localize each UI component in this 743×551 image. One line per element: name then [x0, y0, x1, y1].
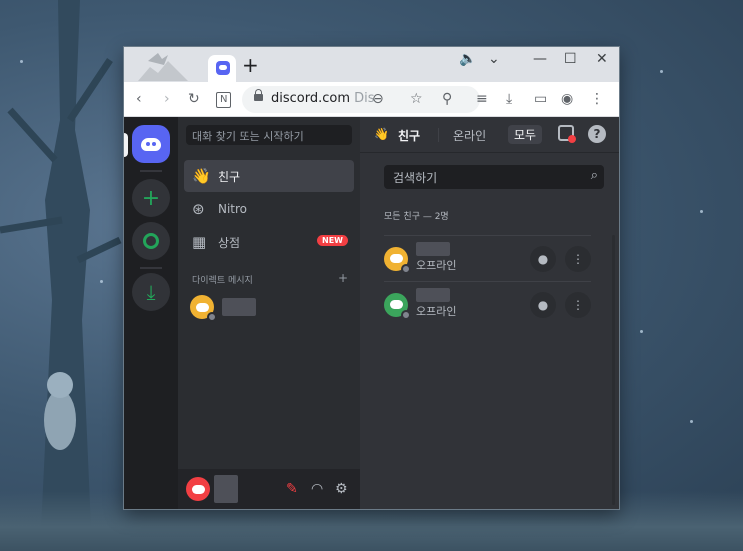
offline-status-icon [207, 312, 217, 322]
download-apps-button[interactable]: ⤓ [132, 273, 170, 311]
offline-status-icon [401, 263, 411, 274]
reader-mode-icon[interactable]: N [216, 92, 232, 108]
discord-logo-icon [141, 137, 161, 151]
new-group-dm-icon[interactable] [558, 125, 576, 143]
browser-window: + 🔈 ⌄ — ☐ ✕ ‹ › ↻ N discord.com Dis ⊖ ☆ … [124, 47, 619, 509]
dm-header-label: 다이렉트 메시지 [192, 276, 253, 286]
scrollbar[interactable] [612, 235, 615, 505]
nav-friends[interactable]: 👋 친구 [184, 160, 354, 192]
add-server-button[interactable]: + [132, 179, 170, 217]
tab-strip-artwork [138, 53, 188, 81]
friends-title: 친구 [398, 129, 421, 143]
server-separator [140, 170, 162, 172]
back-icon[interactable]: ‹ [136, 89, 142, 109]
friends-icon: 👋 [192, 167, 211, 185]
friends-search-placeholder: 검색하기 [393, 171, 438, 185]
microphone-muted-icon[interactable]: ✎ [286, 481, 298, 497]
nav-nitro[interactable]: ⊛ Nitro [184, 193, 354, 225]
more-options-icon[interactable]: ⋮ [565, 246, 591, 272]
reload-icon[interactable]: ↻ [188, 89, 200, 109]
redacted-user-name [214, 475, 238, 503]
discord-favicon-icon [216, 61, 230, 75]
minimize-button[interactable]: — [533, 51, 547, 67]
maximize-button[interactable]: ☐ [564, 51, 577, 67]
offline-status-icon [401, 309, 411, 320]
cast-icon[interactable]: ▭ [534, 89, 547, 109]
browser-menu-icon[interactable]: ⋮ [590, 89, 604, 109]
find-conversation-input[interactable]: 대화 찾기 또는 시작하기 [186, 125, 352, 145]
new-badge: NEW [317, 235, 348, 246]
friends-search-input[interactable]: 검색하기 ⌕ [384, 165, 604, 189]
forward-icon[interactable]: › [164, 89, 170, 109]
nitro-icon: ⊛ [192, 200, 205, 218]
friend-row[interactable]: 오프라인 ● ⋮ [384, 281, 591, 327]
friend-avatar [384, 292, 411, 320]
new-tab-button[interactable]: + [242, 53, 259, 77]
explore-servers-button[interactable] [132, 222, 170, 260]
user-panel: ✎ ◠ ⚙ [178, 469, 360, 509]
server-separator-2 [140, 267, 162, 269]
notification-dot [568, 135, 576, 143]
message-icon[interactable]: ● [530, 292, 556, 318]
nav-friends-label: 친구 [218, 169, 241, 184]
tab-search-chevron-icon[interactable]: ⌄ [488, 51, 500, 67]
header-divider [438, 128, 439, 142]
extensions-icon[interactable]: ⚲ [442, 89, 452, 109]
dm-section-header: 다이렉트 메시지 + [192, 272, 348, 286]
redacted-username [222, 298, 256, 316]
direct-messages-home-button[interactable] [132, 125, 170, 163]
speaker-icon[interactable]: 🔈 [459, 51, 476, 67]
nav-shop-label: 상점 [218, 235, 241, 250]
server-rail: + ⤓ [124, 117, 178, 509]
friend-avatar [384, 246, 411, 274]
redacted-friend-name [416, 288, 450, 302]
close-window-button[interactable]: ✕ [596, 51, 608, 67]
friends-header: 👋 친구 온라인 모두 ? [360, 117, 619, 153]
channel-sidebar: 대화 찾기 또는 시작하기 👋 친구 ⊛ Nitro ▦ 상점 NEW 다이렉트… [178, 117, 360, 509]
tab-online[interactable]: 온라인 [453, 127, 486, 144]
user-avatar[interactable] [186, 477, 210, 501]
help-icon[interactable]: ? [588, 125, 606, 143]
download-arrow-icon: ⤓ [146, 280, 156, 304]
friend-status: 오프라인 [416, 305, 457, 318]
friends-count: 모든 친구 — 2명 [384, 212, 449, 222]
search-icon: ⌕ [590, 168, 598, 183]
nav-nitro-label: Nitro [218, 202, 248, 216]
url-domain: discord.com [271, 91, 351, 106]
shop-icon: ▦ [192, 233, 207, 251]
friend-row[interactable]: 오프라인 ● ⋮ [384, 235, 591, 281]
reading-list-icon[interactable]: ≡ [476, 89, 488, 109]
discord-app: + ⤓ 대화 찾기 또는 시작하기 👋 친구 ⊛ Nitro ▦ 상점 NEW … [124, 117, 619, 509]
friends-header-icon: 👋 [374, 127, 389, 141]
redacted-friend-name [416, 242, 450, 256]
message-icon[interactable]: ● [530, 246, 556, 272]
url-text: discord.com Dis [271, 91, 375, 106]
wallpaper-tree [0, 0, 122, 551]
lock-icon [254, 89, 263, 101]
tab-all[interactable]: 모두 [508, 125, 543, 144]
profile-icon[interactable]: ◉ [561, 89, 573, 109]
friends-main: 👋 친구 온라인 모두 ? 검색하기 ⌕ 모든 친구 — 2명 오프라인 ● ⋮… [360, 117, 619, 509]
browser-tab-discord[interactable] [208, 55, 236, 82]
plus-icon: + [141, 185, 161, 211]
create-dm-button[interactable]: + [338, 272, 348, 286]
tab-strip: + 🔈 ⌄ — ☐ ✕ [124, 47, 619, 82]
compass-icon [143, 233, 159, 249]
nav-shop[interactable]: ▦ 상점 NEW [184, 226, 354, 258]
selected-pill [124, 133, 128, 157]
more-options-icon[interactable]: ⋮ [565, 292, 591, 318]
friend-status: 오프라인 [416, 259, 457, 272]
avatar [190, 295, 217, 322]
browser-toolbar: ‹ › ↻ N discord.com Dis ⊖ ☆ ⚲ ≡ ⤓ ▭ ◉ ⋮ [124, 82, 619, 117]
settings-gear-icon[interactable]: ⚙ [335, 481, 348, 497]
zoom-icon[interactable]: ⊖ [372, 89, 384, 109]
download-icon[interactable]: ⤓ [506, 89, 512, 109]
headphones-icon[interactable]: ◠ [311, 481, 323, 497]
bookmark-star-icon[interactable]: ☆ [410, 89, 423, 109]
dm-list-item[interactable] [190, 295, 256, 322]
